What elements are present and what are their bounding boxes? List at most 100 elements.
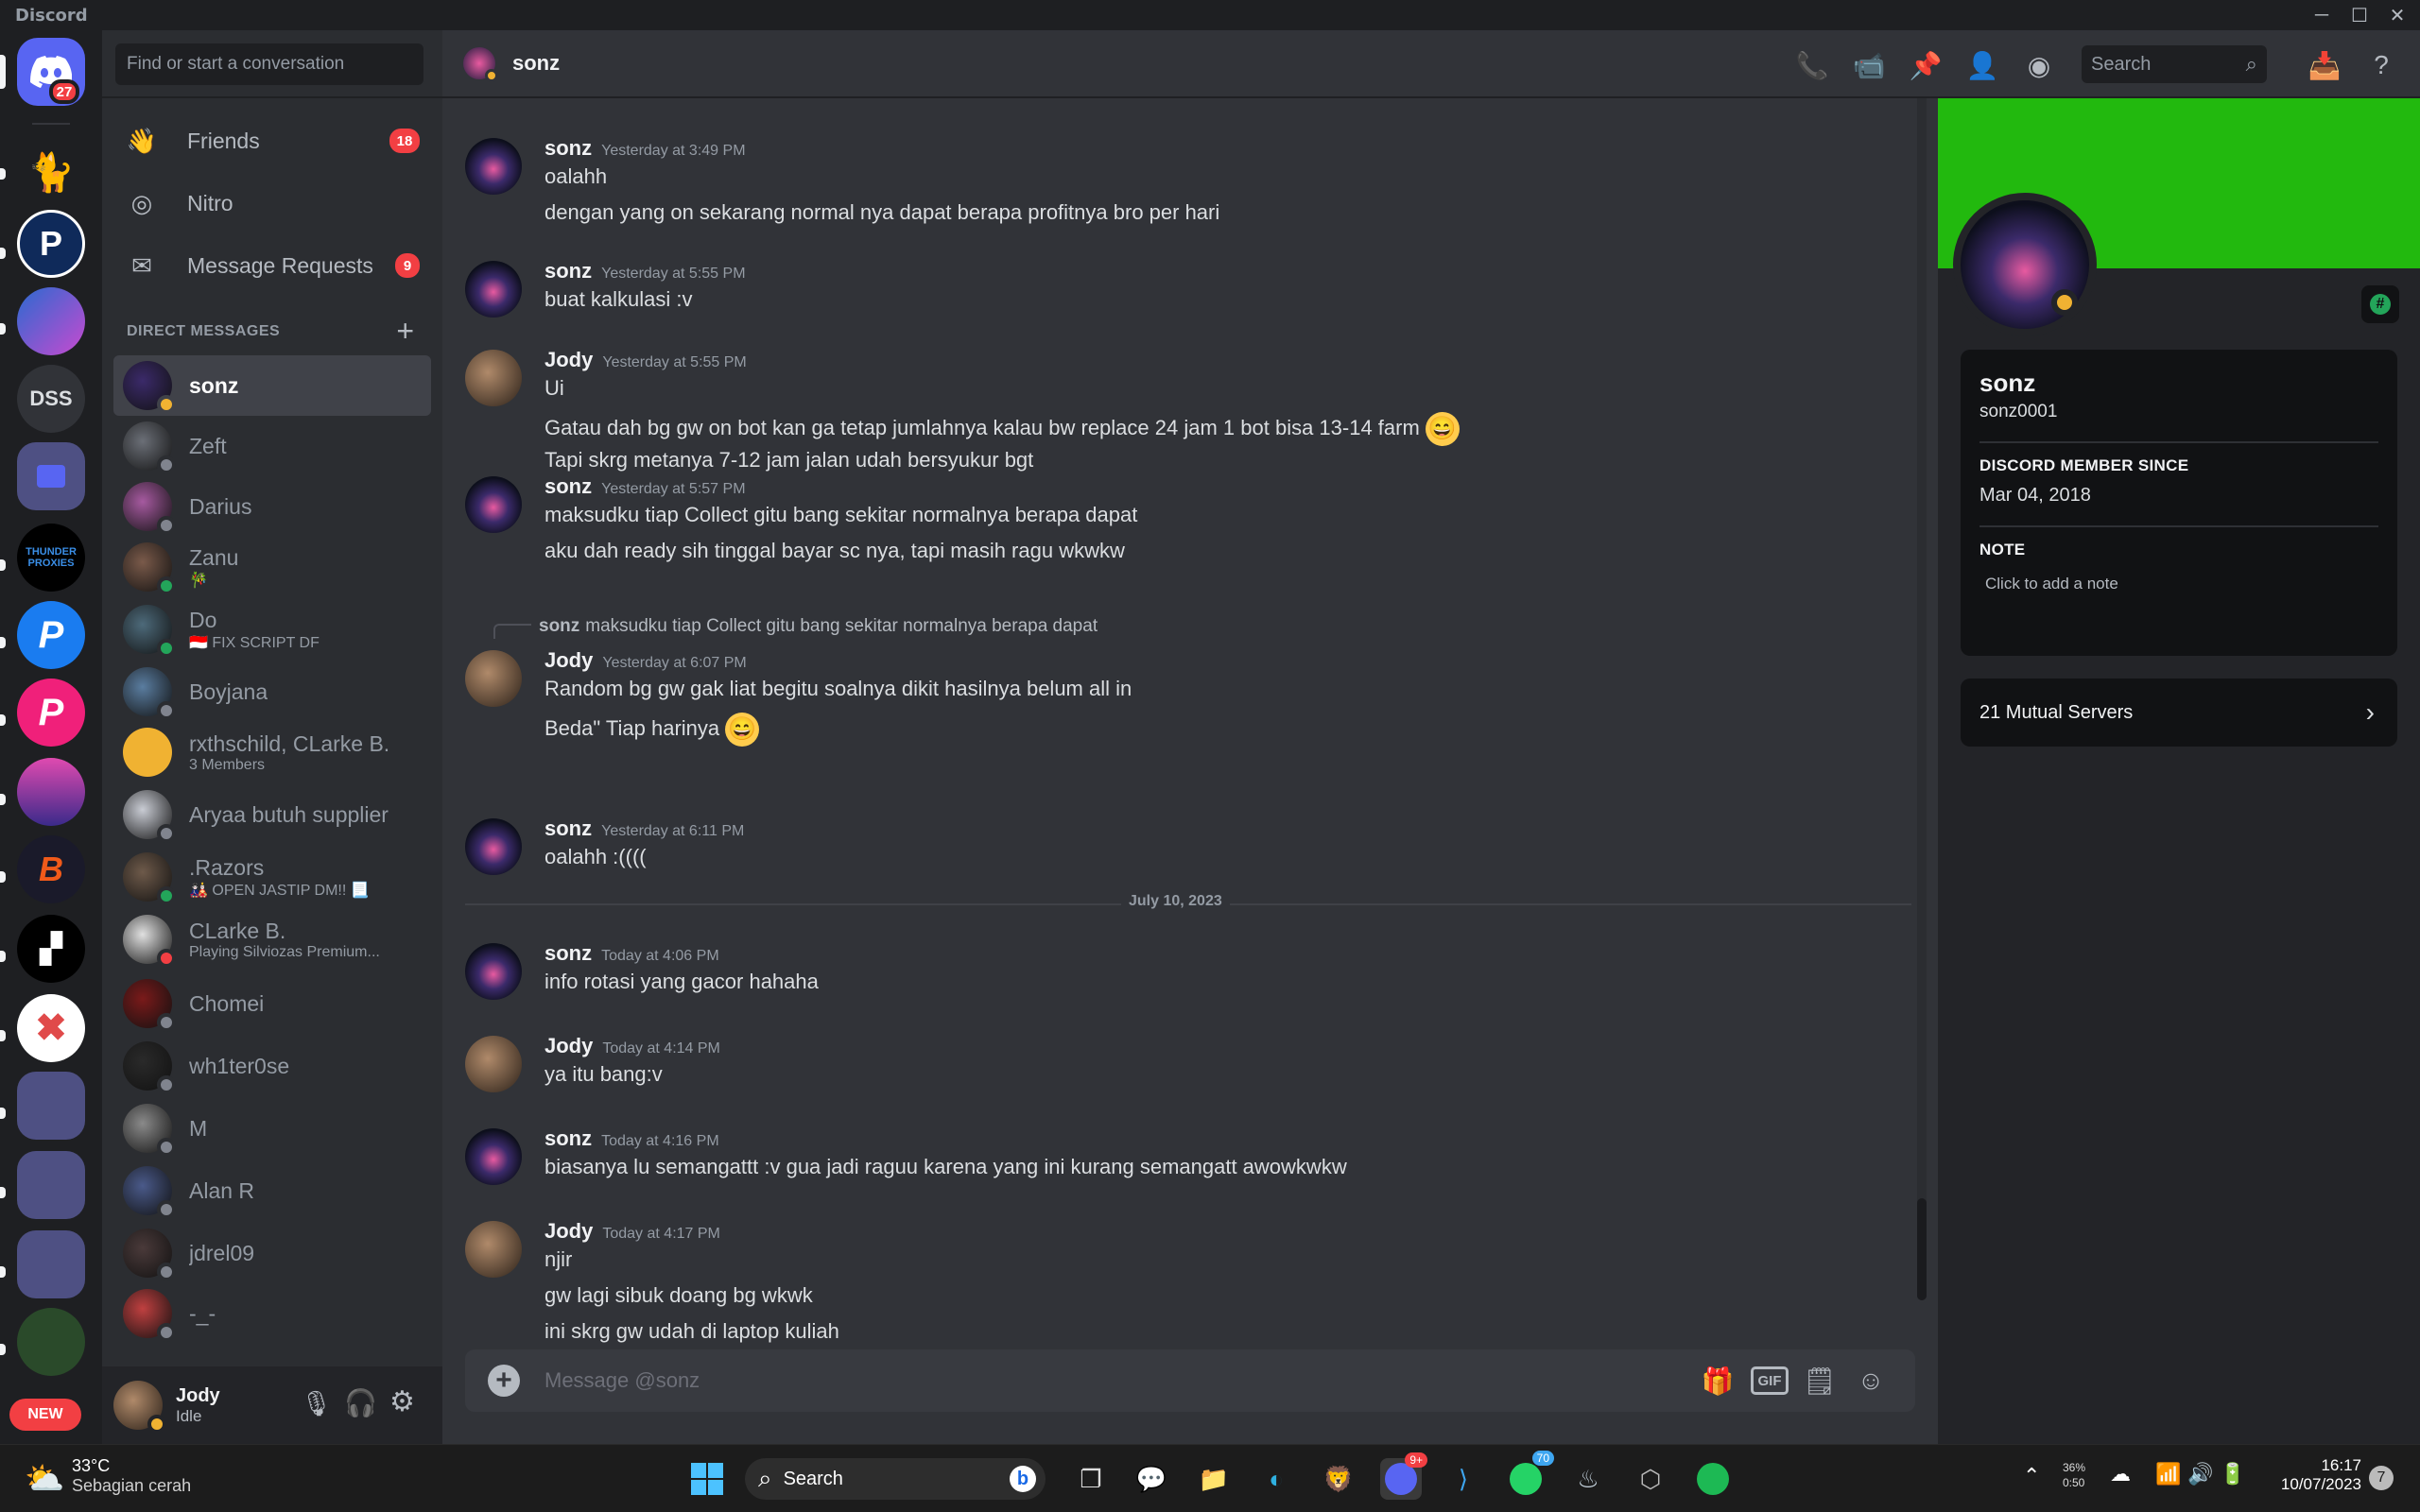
message[interactable]: Jody Today at 4:17 PM njir gw lagi sibuk do… xyxy=(465,1219,1883,1343)
scrollbar-thumb[interactable] xyxy=(1917,1198,1927,1300)
voice-call-icon[interactable]: 📞 xyxy=(1796,49,1829,81)
guild-p-pink[interactable]: P xyxy=(17,679,85,747)
guild-thunder-proxies[interactable]: THUNDER PROXIES xyxy=(17,524,85,592)
note-input[interactable]: Click to add a note xyxy=(1985,575,2378,593)
message[interactable]: sonz Yesterday at 3:49 PM oalahh dengan yan… xyxy=(465,136,1883,249)
dm-item[interactable]: M xyxy=(113,1098,431,1159)
server-folder[interactable] xyxy=(17,442,85,510)
message-author[interactable]: sonz xyxy=(544,474,592,498)
message-author[interactable]: sonz xyxy=(544,136,592,160)
message[interactable]: sonz Yesterday at 6:11 PM oalahh :(((( xyxy=(465,816,1883,930)
clock[interactable]: 16:17 10/07/2023 xyxy=(2267,1456,2361,1494)
message[interactable]: sonz Yesterday at 5:57 PM maksudku tiap Co… xyxy=(465,474,1883,588)
message-input[interactable]: Message @sonz xyxy=(544,1368,700,1393)
video-call-icon[interactable]: 📹 xyxy=(1853,49,1886,81)
dm-item[interactable]: sonz xyxy=(113,355,431,416)
server-folder-3[interactable] xyxy=(17,1151,85,1219)
message[interactable]: sonz maksudku tiap Collect gitu bang seki… xyxy=(465,616,1883,762)
battery-monitor[interactable]: 36% 0:50 xyxy=(2063,1460,2085,1490)
message-author[interactable]: sonz xyxy=(544,941,592,965)
notification-count[interactable]: 7 xyxy=(2369,1466,2394,1490)
message[interactable]: Jody Yesterday at 5:55 PM Ui Gatau dah bg g… xyxy=(465,348,1883,472)
message-author[interactable]: sonz xyxy=(544,1126,592,1150)
message-composer[interactable]: + Message @sonz 🎁 GIF 🗒 ☺ xyxy=(465,1349,1915,1412)
dm-item[interactable]: -_- xyxy=(113,1283,431,1344)
vscode-icon[interactable]: ⟩ xyxy=(1443,1458,1484,1500)
profile-avatar[interactable] xyxy=(1953,193,2097,336)
guild-cat[interactable]: 🐈 xyxy=(17,138,85,206)
app-icon[interactable]: ⬡ xyxy=(1630,1458,1671,1500)
teams-chat-icon[interactable]: 💬 xyxy=(1131,1458,1172,1500)
steam-icon[interactable]: ♨ xyxy=(1567,1458,1609,1500)
battery-icon[interactable]: 🔋 xyxy=(2220,1462,2245,1486)
dm-item[interactable]: Aryaa butuh supplier xyxy=(113,784,431,845)
nav-message-requests[interactable]: ✉ Message Requests 9 xyxy=(113,236,431,295)
dm-item[interactable]: jdrel09 xyxy=(113,1223,431,1283)
weather-widget[interactable]: 33°C Sebagian cerah xyxy=(72,1456,191,1496)
server-folder-2[interactable] xyxy=(17,1072,85,1140)
taskbar-search[interactable]: ⌕ Search b xyxy=(745,1458,1046,1500)
onedrive-icon[interactable]: ☁ xyxy=(2110,1462,2131,1486)
headphones-icon[interactable]: 🎧 xyxy=(344,1387,377,1418)
settings-gear-icon[interactable]: ⚙ xyxy=(389,1385,415,1418)
guild-gtip[interactable] xyxy=(17,287,85,355)
gift-icon[interactable]: 🎁 xyxy=(1700,1363,1736,1399)
guild-dss[interactable]: DSS xyxy=(17,365,85,433)
message-author[interactable]: Jody xyxy=(544,1034,593,1057)
message-author[interactable]: Jody xyxy=(544,648,593,672)
nav-friends[interactable]: 👋 Friends 18 xyxy=(113,112,431,170)
emoji-picker-icon[interactable]: ☺ xyxy=(1853,1363,1889,1399)
task-view-icon[interactable]: ❐ xyxy=(1070,1458,1112,1500)
guild-b-fire[interactable]: B xyxy=(17,835,85,903)
guild-avatar[interactable] xyxy=(17,1308,85,1376)
user-info[interactable]: Jody Idle xyxy=(176,1385,299,1426)
guild-peblet-pay[interactable]: P xyxy=(17,210,85,278)
guild-checker[interactable]: ▞ xyxy=(17,915,85,983)
gif-icon[interactable]: GIF xyxy=(1751,1366,1789,1395)
brave-icon[interactable]: 🦁 xyxy=(1318,1458,1359,1500)
dm-item[interactable]: rxthschild, CLarke B. 3 Members xyxy=(113,722,431,782)
scrollbar[interactable] xyxy=(1917,72,1927,1300)
attach-plus-icon[interactable]: + xyxy=(488,1365,520,1397)
dm-item[interactable]: Do 🇮🇩 FIX SCRIPT DF xyxy=(113,599,431,660)
nitro-badge[interactable]: # xyxy=(2361,285,2399,323)
sticker-icon[interactable]: 🗒 xyxy=(1802,1363,1838,1399)
dm-item[interactable]: Darius xyxy=(113,476,431,537)
dm-item[interactable]: .Razors 🎎 OPEN JASTIP DM!! 📃 xyxy=(113,847,431,907)
dm-item[interactable]: Chomei xyxy=(113,973,431,1034)
whatsapp-icon[interactable]: 70 xyxy=(1505,1451,1554,1500)
dm-item[interactable]: Zanu 🎋 xyxy=(113,537,431,597)
message-avatar[interactable] xyxy=(465,943,522,1000)
pinned-messages-icon[interactable]: 📌 xyxy=(1910,49,1943,81)
dm-item[interactable]: Boyjana xyxy=(113,662,431,722)
help-icon[interactable]: ? xyxy=(2365,49,2397,81)
microphone-icon[interactable]: 🎙 xyxy=(301,1389,332,1418)
message-avatar[interactable] xyxy=(465,476,522,533)
dm-item[interactable]: wh1ter0se xyxy=(113,1036,431,1096)
maximize-icon[interactable]: ☐ xyxy=(2341,0,2378,30)
spotify-icon[interactable] xyxy=(1692,1458,1734,1500)
close-icon[interactable]: ✕ xyxy=(2378,0,2416,30)
search-input[interactable]: Search ⌕ xyxy=(2082,45,2267,83)
reply-preview[interactable]: sonz maksudku tiap Collect gitu bang seki… xyxy=(493,614,1098,639)
mutual-servers-button[interactable]: 21 Mutual Servers › xyxy=(1961,679,2397,747)
new-unreads-badge[interactable]: NEW xyxy=(9,1399,81,1431)
guild-synthwave[interactable] xyxy=(17,758,85,826)
server-folder-4[interactable] xyxy=(17,1230,85,1298)
message-avatar[interactable] xyxy=(465,1221,522,1278)
guild-x-logo[interactable]: ✖ xyxy=(17,994,85,1062)
volume-icon[interactable]: 🔊 xyxy=(2187,1462,2213,1486)
start-button[interactable] xyxy=(686,1458,728,1500)
add-friends-to-dm-icon[interactable]: 👤 xyxy=(1966,49,1999,81)
nav-nitro[interactable]: ◎ Nitro xyxy=(113,174,431,232)
edge-icon[interactable]: ◐ xyxy=(1255,1458,1297,1500)
message-avatar[interactable] xyxy=(465,138,522,195)
minimize-icon[interactable]: ─ xyxy=(2303,0,2341,30)
message-avatar[interactable] xyxy=(465,818,522,875)
create-dm-icon[interactable]: + xyxy=(396,314,414,349)
message-avatar[interactable] xyxy=(465,650,522,707)
file-explorer-icon[interactable]: 📁 xyxy=(1193,1458,1235,1500)
find-conversation-button[interactable]: Find or start a conversation xyxy=(115,43,424,85)
user-profile-toggle-icon[interactable]: ◉ xyxy=(2023,49,2055,81)
message-avatar[interactable] xyxy=(465,1036,522,1092)
